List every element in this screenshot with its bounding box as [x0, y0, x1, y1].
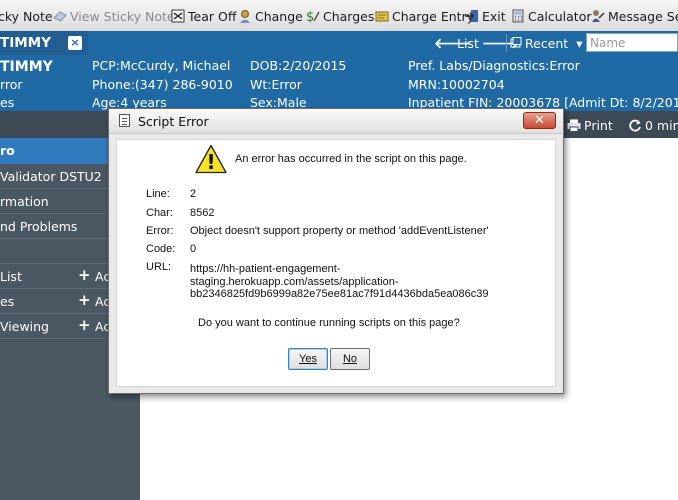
- banner-es: es: [0, 95, 15, 110]
- dialog-title: Script Error: [138, 114, 209, 129]
- refresh-button[interactable]: 0 min: [629, 118, 678, 133]
- chevron-down-icon: ▾: [576, 36, 583, 51]
- exit-icon: [465, 10, 478, 22]
- patient-name: TIMMY: [0, 59, 53, 75]
- nav-item-es[interactable]: es: [0, 294, 14, 309]
- nav-item-viewing[interactable]: Viewing: [0, 319, 49, 334]
- svg-text:$: $: [306, 10, 314, 23]
- weight-field: Wt:Error: [250, 77, 302, 92]
- dialog-close-button[interactable]: ✕: [523, 112, 556, 129]
- change-icon: [240, 10, 250, 23]
- nav-item-validator[interactable]: Validator DSTU2: [0, 169, 102, 184]
- line-label: Line:: [146, 188, 170, 200]
- name-search-input[interactable]: Name: [586, 33, 678, 52]
- phone-field: Phone:(347) 286-9010: [92, 77, 233, 92]
- patient-tab-label: TIMMY: [0, 35, 51, 51]
- left-nav-header-label: ro: [0, 143, 15, 158]
- url-label: URL:: [146, 261, 172, 273]
- continue-question: Do you want to continue running scripts …: [198, 317, 460, 329]
- error-value: Object doesn't support property or metho…: [190, 225, 489, 237]
- dialog-titlebar[interactable]: Script Error ✕: [109, 109, 563, 134]
- no-button[interactable]: No: [330, 348, 370, 370]
- message-sender-button[interactable]: Message Sen: [591, 8, 678, 25]
- code-value: 0: [190, 243, 197, 255]
- charges-button[interactable]: $ Charges: [306, 8, 374, 25]
- view-sticky-notes-icon: [53, 11, 67, 22]
- nav-item-list[interactable]: List: [0, 269, 22, 284]
- nav-item-problems[interactable]: nd Problems: [0, 219, 77, 234]
- error-heading: An error has occurred in the script on t…: [235, 153, 467, 165]
- line-value: 2: [190, 188, 197, 200]
- calculator-button[interactable]: Calculator: [511, 8, 591, 25]
- charge-entry-button[interactable]: Charge Entry: [375, 8, 474, 25]
- charge-entry-icon: [375, 11, 389, 22]
- recent-dropdown[interactable]: Recent ▾: [510, 36, 582, 51]
- sticky-note-button[interactable]: cky Note: [0, 8, 53, 25]
- change-button[interactable]: Change: [238, 8, 303, 25]
- view-sticky-notes-button[interactable]: View Sticky Notes: [53, 8, 181, 25]
- calculator-icon: [512, 9, 524, 23]
- list-link[interactable]: List: [457, 36, 479, 51]
- svg-text:!: !: [206, 150, 215, 174]
- print-button[interactable]: Print: [567, 118, 613, 133]
- print-icon: [567, 119, 581, 132]
- dialog-body: ! An error has occurred in the script on…: [116, 139, 556, 387]
- char-value: 8562: [190, 207, 215, 219]
- pref-labs-field: Pref. Labs/Diagnostics:Error: [408, 58, 580, 73]
- tear-off-button[interactable]: Tear Off: [171, 8, 236, 25]
- char-label: Char:: [146, 207, 173, 219]
- url-line-3: bb2346825fd9b6999a82e75ee81ac7f91d4436bd…: [190, 288, 489, 300]
- main-toolbar: cky Note View Sticky Notes Tear Off Chan…: [0, 0, 678, 32]
- nav-divider: [506, 34, 507, 52]
- script-error-dialog: Script Error ✕ ! An error has occurred i…: [108, 108, 564, 394]
- recent-icon: [510, 37, 522, 48]
- dob-field: DOB:2/20/2015: [250, 58, 347, 73]
- nav-item-information[interactable]: rmation: [0, 194, 49, 209]
- warning-icon: !: [195, 144, 227, 174]
- plus-icon[interactable]: +: [78, 291, 91, 309]
- yes-button[interactable]: Yes: [288, 348, 328, 370]
- charges-icon: $: [306, 10, 320, 23]
- banner-error: rror: [0, 77, 23, 92]
- document-icon: [119, 114, 130, 127]
- mrn-field: MRN:10002704: [408, 77, 505, 92]
- url-line-1: https://hh-patient-engagement-: [190, 263, 341, 275]
- exit-button[interactable]: Exit: [465, 8, 506, 25]
- refresh-icon: [629, 119, 641, 132]
- code-label: Code:: [146, 243, 176, 255]
- message-sender-icon: [592, 10, 605, 22]
- plus-icon[interactable]: +: [78, 316, 91, 334]
- plus-icon[interactable]: +: [78, 266, 91, 284]
- error-label: Error:: [146, 225, 174, 237]
- pcp-field: PCP:McCurdy, Michael: [92, 58, 231, 73]
- url-line-2: staging.herokuapp.com/assets/application…: [190, 276, 399, 288]
- close-tab-icon[interactable]: ×: [68, 36, 82, 50]
- tear-off-icon: [171, 9, 185, 23]
